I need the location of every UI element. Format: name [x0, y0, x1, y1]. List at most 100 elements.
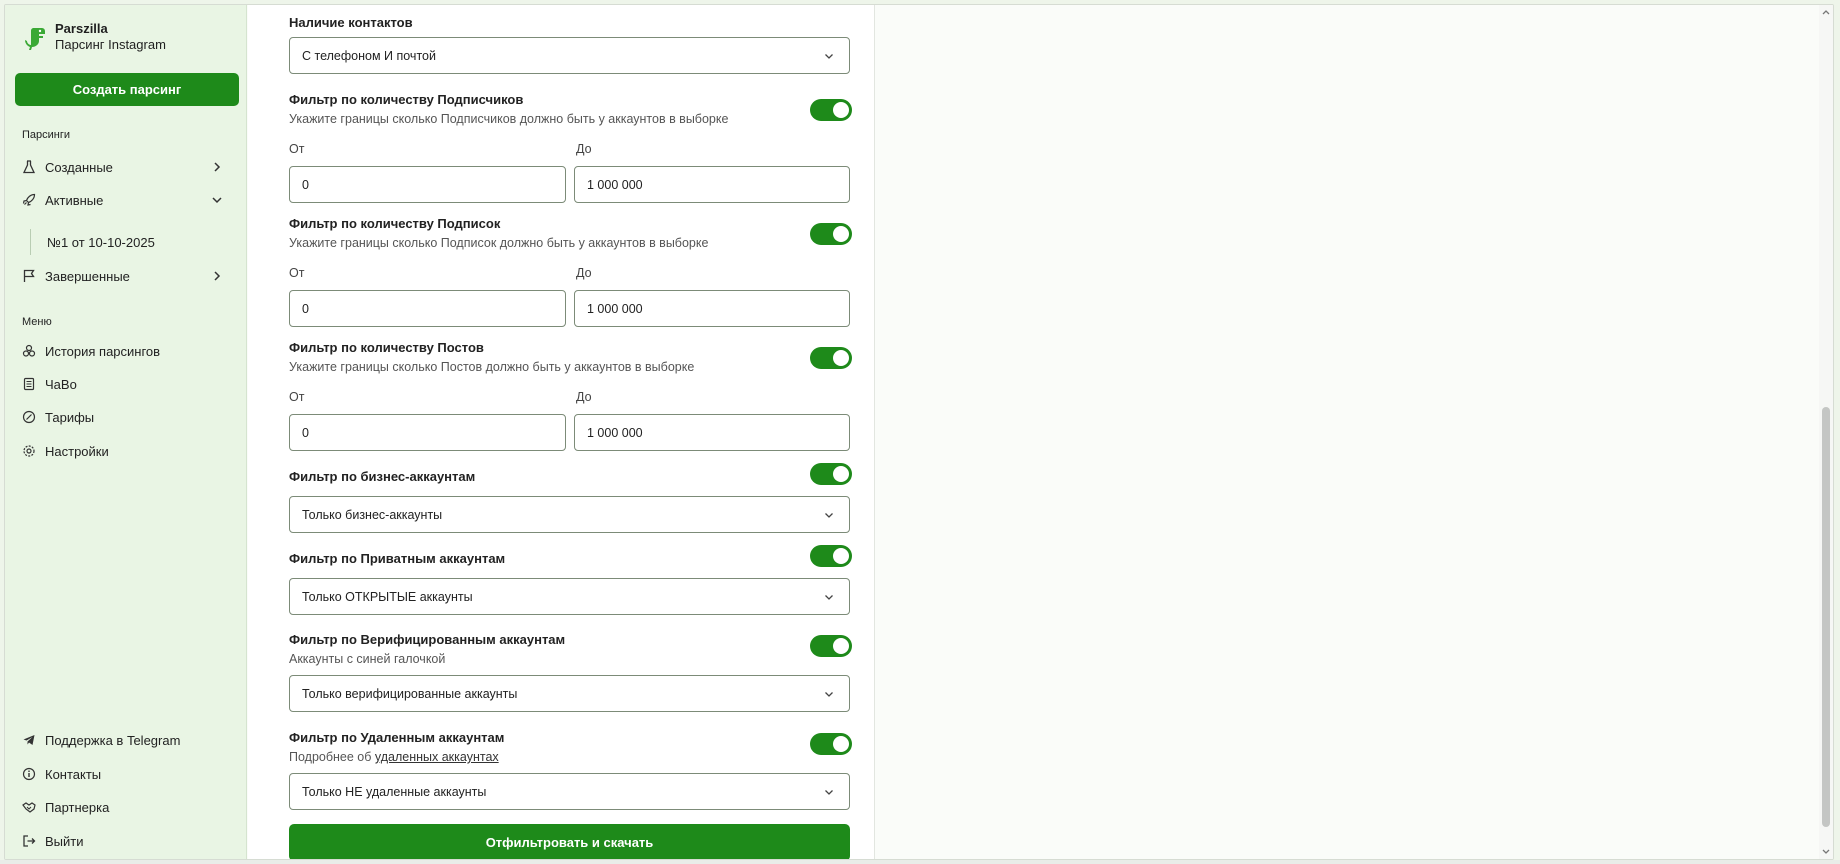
- posts-from-input[interactable]: 0: [289, 414, 566, 451]
- followers-to-input[interactable]: 1 000 000: [574, 166, 850, 203]
- following-from-input[interactable]: 0: [289, 290, 566, 327]
- verified-select-value: Только верифицированные аккаунты: [302, 686, 518, 701]
- sidebar-item-contacts[interactable]: Контакты: [22, 763, 234, 785]
- sidebar-item-label: Контакты: [45, 766, 102, 782]
- deleted-select-value: Только НЕ удаленные аккаунты: [302, 784, 487, 799]
- private-select-value: Только ОТКРЫТЫЕ аккаунты: [302, 589, 473, 604]
- followers-to-label: До: [576, 142, 592, 156]
- sidebar-item-settings[interactable]: Настройки: [22, 440, 234, 462]
- telegram-icon: [22, 733, 36, 747]
- sidebar-item-label: Созданные: [45, 159, 113, 175]
- sidebar-item-logout[interactable]: Выйти: [22, 830, 234, 852]
- deleted-filter-toggle[interactable]: [810, 733, 852, 755]
- verified-filter-label: Фильтр по Верифицированным аккаунтам: [289, 632, 566, 647]
- following-filter-toggle[interactable]: [810, 223, 852, 245]
- sidebar: Parszilla Парсинг Instagram Создать парс…: [5, 5, 247, 859]
- flask-icon: [22, 160, 36, 174]
- followers-filter-label: Фильтр по количеству Подписчиков: [289, 92, 524, 107]
- sidebar-item-active[interactable]: Активные: [22, 189, 234, 211]
- business-filter-toggle[interactable]: [810, 463, 852, 485]
- filter-form: Наличие контактов С телефоном И почтой Ф…: [248, 5, 875, 859]
- right-pane: [876, 5, 1833, 859]
- sidebar-item-tariffs[interactable]: Тарифы: [22, 406, 234, 428]
- sidebar-item-label: Завершенные: [45, 268, 130, 284]
- filter-and-download-button[interactable]: Отфильтровать и скачать: [289, 824, 850, 859]
- sidebar-item-partners[interactable]: Партнерка: [22, 796, 234, 818]
- verified-filter-hint: Аккаунты с синей галочкой: [289, 652, 446, 666]
- contacts-select[interactable]: С телефоном И почтой: [289, 37, 850, 74]
- logout-icon: [22, 834, 36, 848]
- rocket-icon: [22, 193, 36, 207]
- sidebar-item-label: Поддержка в Telegram: [45, 732, 181, 748]
- contacts-label: Наличие контактов: [289, 15, 413, 30]
- posts-filter-toggle[interactable]: [810, 347, 852, 369]
- business-select[interactable]: Только бизнес-аккаунты: [289, 496, 850, 533]
- following-from-label: От: [289, 266, 305, 280]
- chevron-right-icon: [210, 160, 224, 174]
- dinosaur-logo-icon: [23, 22, 53, 52]
- contacts-select-value: С телефоном И почтой: [302, 48, 436, 63]
- private-filter-toggle[interactable]: [810, 545, 852, 567]
- sidebar-item-label: Выйти: [45, 833, 84, 849]
- following-to-input[interactable]: 1 000 000: [574, 290, 850, 327]
- sidebar-item-finished[interactable]: Завершенные: [22, 265, 234, 287]
- chevron-right-icon: [210, 269, 224, 283]
- brand-subtitle: Парсинг Instagram: [55, 37, 166, 52]
- sidebar-item-created[interactable]: Созданные: [22, 156, 234, 178]
- chevron-down-icon: [823, 786, 835, 798]
- chevron-down-icon: [823, 591, 835, 603]
- flag-icon: [22, 269, 36, 283]
- private-select[interactable]: Только ОТКРЫТЫЕ аккаунты: [289, 578, 850, 615]
- verified-filter-toggle[interactable]: [810, 635, 852, 657]
- chevron-down-icon: [210, 193, 224, 207]
- scroll-down-arrow-icon[interactable]: [1821, 847, 1831, 857]
- business-select-value: Только бизнес-аккаунты: [302, 507, 443, 522]
- sidebar-item-label: История парсингов: [45, 343, 161, 359]
- posts-filter-hint: Укажите границы сколько Постов должно бы…: [289, 360, 695, 374]
- gear-icon: [22, 444, 36, 458]
- info-icon: [22, 767, 36, 781]
- posts-filter-label: Фильтр по количеству Постов: [289, 340, 484, 355]
- brand[interactable]: Parszilla Парсинг Instagram: [23, 21, 166, 53]
- verified-select[interactable]: Только верифицированные аккаунты: [289, 675, 850, 712]
- sidebar-subitem-parsing-1[interactable]: №1 от 10-10-2025: [30, 229, 210, 255]
- bottom-edge: [0, 860, 1840, 864]
- chevron-down-icon: [823, 688, 835, 700]
- sidebar-item-label: ЧаВо: [45, 376, 77, 392]
- followers-filter-toggle[interactable]: [810, 99, 852, 121]
- sidebar-item-history[interactable]: История парсингов: [22, 340, 234, 362]
- deleted-accounts-link[interactable]: удаленных аккаунтах: [375, 750, 499, 764]
- posts-to-input[interactable]: 1 000 000: [574, 414, 850, 451]
- tariffs-icon: [22, 410, 36, 424]
- followers-filter-hint: Укажите границы сколько Подписчиков долж…: [289, 112, 729, 126]
- history-icon: [22, 344, 36, 358]
- brand-name: Parszilla: [55, 21, 108, 36]
- sidebar-item-label: Тарифы: [45, 409, 95, 425]
- handshake-icon: [22, 800, 36, 814]
- section-title-parsings: Парсинги: [22, 129, 71, 141]
- following-filter-label: Фильтр по количеству Подписок: [289, 216, 501, 231]
- sidebar-item-label: Настройки: [45, 443, 109, 459]
- section-title-menu: Меню: [22, 316, 52, 328]
- deleted-filter-hint: Подробнее об удаленных аккаунтах: [289, 750, 499, 764]
- followers-from-label: От: [289, 142, 305, 156]
- followers-from-input[interactable]: 0: [289, 166, 566, 203]
- sidebar-item-faq[interactable]: ЧаВо: [22, 373, 234, 395]
- scrollbar-thumb[interactable]: [1822, 407, 1830, 827]
- sidebar-item-label: Активные: [45, 192, 104, 208]
- business-filter-label: Фильтр по бизнес-аккаунтам: [289, 469, 476, 484]
- scroll-up-arrow-icon[interactable]: [1821, 7, 1831, 17]
- create-parsing-button[interactable]: Создать парсинг: [15, 73, 239, 106]
- scrollbar[interactable]: [1819, 5, 1833, 859]
- following-filter-hint: Укажите границы сколько Подписок должно …: [289, 236, 709, 250]
- private-filter-label: Фильтр по Приватным аккаунтам: [289, 551, 506, 566]
- deleted-hint-prefix: Подробнее об: [289, 750, 375, 764]
- deleted-select[interactable]: Только НЕ удаленные аккаунты: [289, 773, 850, 810]
- faq-icon: [22, 377, 36, 391]
- following-to-label: До: [576, 266, 592, 280]
- posts-from-label: От: [289, 390, 305, 404]
- chevron-down-icon: [823, 50, 835, 62]
- posts-to-label: До: [576, 390, 592, 404]
- sidebar-item-telegram-support[interactable]: Поддержка в Telegram: [22, 729, 234, 751]
- deleted-filter-label: Фильтр по Удаленным аккаунтам: [289, 730, 505, 745]
